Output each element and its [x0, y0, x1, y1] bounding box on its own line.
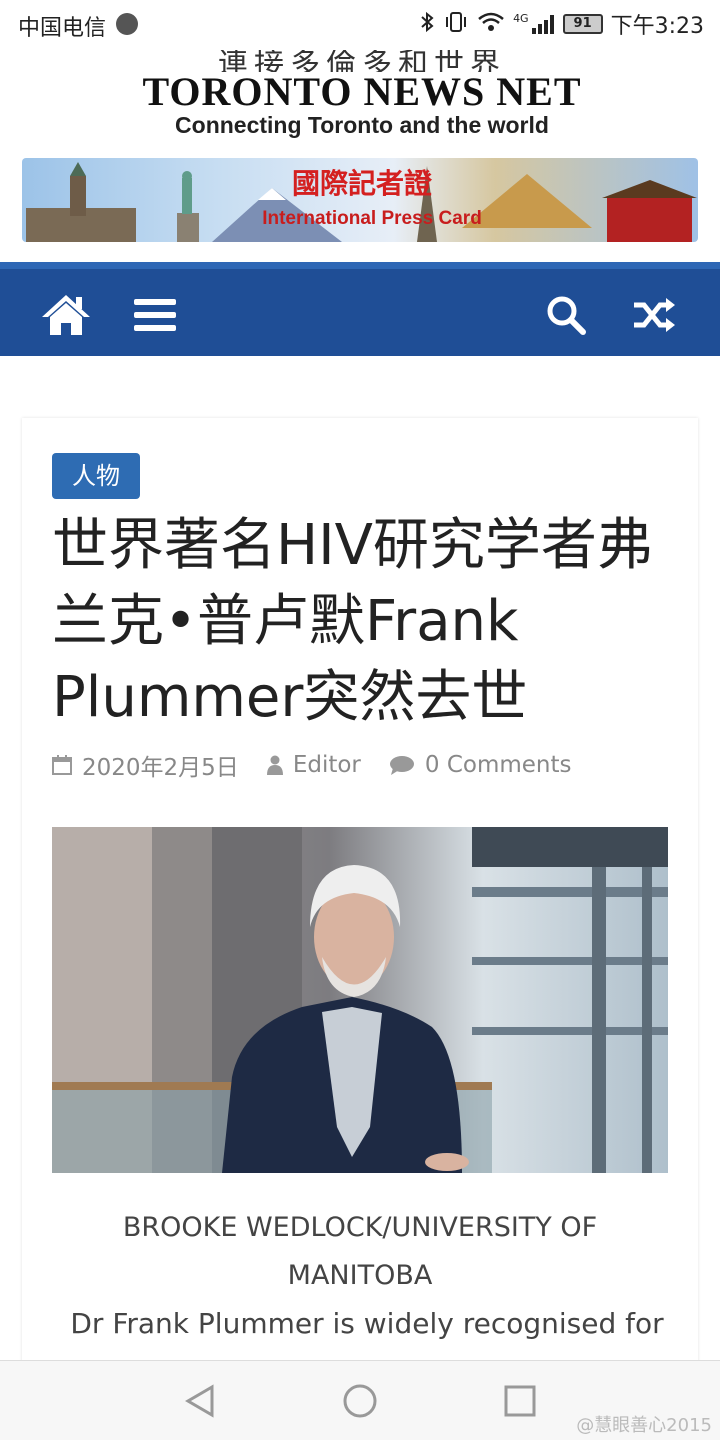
post-author[interactable]: Editor: [266, 752, 361, 778]
post-date[interactable]: 2020年2月5日: [52, 748, 239, 782]
carrier-name: 中国电信: [18, 16, 107, 41]
search-icon[interactable]: [538, 287, 594, 343]
voice-icon: [116, 13, 138, 35]
press-card-title-cn: 國際記者證: [291, 167, 432, 200]
article-photo[interactable]: [52, 827, 668, 1173]
calendar-icon: [52, 755, 72, 775]
system-navigation-bar: @慧眼善心2015: [0, 1360, 720, 1440]
home-button-icon[interactable]: [342, 1383, 378, 1419]
post-author-text: Editor: [292, 752, 361, 778]
site-logo[interactable]: 連接多倫多和世界 TORONTO NEWS NET Connecting Tor…: [72, 50, 652, 140]
press-card-banner[interactable]: 國際記者證 International Press Card: [22, 158, 698, 242]
press-card-title-en: International Press Card: [262, 208, 482, 229]
post-comments-text: 0 Comments: [424, 752, 572, 778]
category-badge[interactable]: 人物: [52, 453, 140, 499]
wifi-icon: [477, 11, 505, 38]
bluetooth-icon: [419, 11, 435, 38]
back-icon[interactable]: [182, 1383, 218, 1419]
recents-icon[interactable]: [502, 1383, 538, 1419]
network-type: 4G: [513, 12, 529, 25]
article-title[interactable]: 世界著名HIV研究学者弗兰克•普卢默Frank Plummer突然去世: [52, 508, 682, 736]
photo-caption: BROOKE WEDLOCK/UNIVERSITY OF MANITOBA: [122, 1212, 598, 1291]
status-icons: 4G 91 下午3:23: [419, 8, 704, 40]
clock: 下午3:23: [610, 14, 704, 39]
menu-icon[interactable]: [127, 287, 183, 343]
article-body: Dr Frank Plummer is widely recognised fo…: [70, 1307, 664, 1340]
logo-tagline: Connecting Toronto and the world: [175, 112, 549, 138]
signal-icon: 4G: [513, 13, 555, 35]
post-comments[interactable]: 0 Comments: [389, 752, 572, 778]
home-icon[interactable]: [38, 287, 94, 343]
user-icon: [266, 755, 283, 775]
article-meta: 2020年2月5日 Editor 0 Comments: [52, 748, 682, 782]
comment-icon: [389, 755, 415, 775]
vibrate-icon: [443, 11, 469, 38]
shuffle-icon[interactable]: [626, 287, 682, 343]
watermark: @慧眼善心2015: [576, 1415, 712, 1436]
main-navigation: [0, 262, 720, 356]
status-bar: 中国电信 4G 91 下午3:23: [0, 0, 720, 48]
logo-english: TORONTO NEWS NET: [142, 69, 582, 114]
article-card: 人物 世界著名HIV研究学者弗兰克•普卢默Frank Plummer突然去世 2…: [22, 418, 698, 1418]
battery-level: 91: [562, 14, 603, 34]
photo-illustration: [52, 827, 668, 1173]
post-date-text: 2020年2月5日: [82, 755, 239, 781]
